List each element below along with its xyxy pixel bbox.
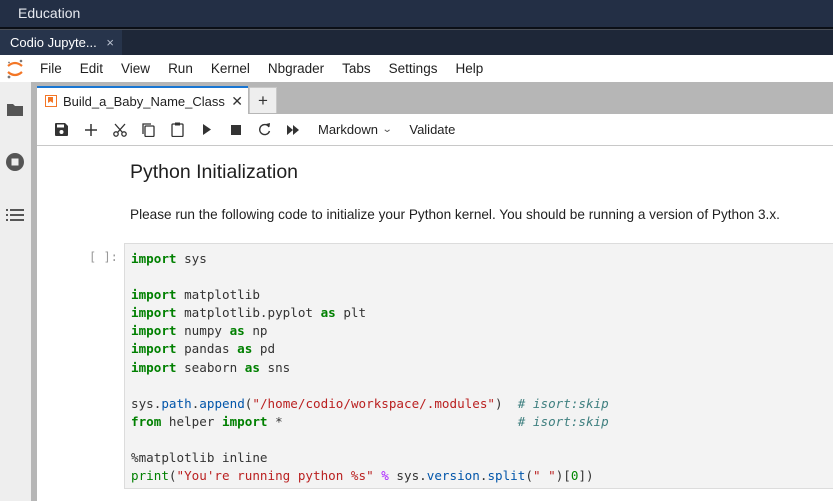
notebook-icon (45, 95, 57, 107)
paste-button[interactable] (163, 118, 192, 142)
notebook-tab-title: Build_a_Baby_Name_Class (63, 93, 225, 109)
menu-kernel[interactable]: Kernel (202, 55, 259, 82)
run-button[interactable] (192, 118, 221, 142)
copy-button[interactable] (134, 118, 163, 142)
table-of-contents-icon[interactable] (4, 204, 26, 226)
code-line: import seaborn as sns (131, 359, 291, 375)
notebook-panel: Python Initialization Please run the fol… (37, 147, 833, 501)
restart-button[interactable] (250, 118, 279, 142)
plus-icon (84, 123, 97, 136)
code-line: import matplotlib.pyplot as plt (131, 305, 367, 321)
add-tab-button[interactable]: + (249, 87, 277, 113)
notebook-tab[interactable]: Build_a_Baby_Name_Class ✕ (37, 86, 248, 114)
menu-bar: File Edit View Run Kernel Nbgrader Tabs … (0, 55, 833, 82)
code-block[interactable]: import sys import matplotlib import matpl… (131, 250, 833, 485)
run-all-button[interactable] (279, 118, 308, 142)
running-sessions-icon[interactable] (4, 151, 26, 173)
os-title: Education (18, 5, 81, 21)
insert-cell-button[interactable] (76, 118, 105, 142)
menu-run[interactable]: Run (159, 55, 202, 82)
code-line: from helper import * # isort:skip (131, 413, 609, 429)
cut-button[interactable] (105, 118, 134, 142)
code-cell-editor[interactable]: import sys import matplotlib import matpl… (124, 243, 833, 489)
menu-view[interactable]: View (112, 55, 159, 82)
input-prompt: [ ]: (89, 250, 118, 264)
code-line: print("You're running python %s" % sys.v… (131, 468, 594, 484)
cell-type-dropdown[interactable]: Markdown ⌄ (308, 122, 399, 137)
play-icon (202, 124, 211, 135)
os-title-bar: Education (0, 0, 833, 27)
menu-tabs[interactable]: Tabs (333, 55, 380, 82)
code-line: %matplotlib inline (131, 450, 268, 466)
dock-tab-bar: Build_a_Baby_Name_Class ✕ + (37, 82, 833, 114)
fast-forward-icon (287, 124, 299, 135)
menu-nbgrader[interactable]: Nbgrader (259, 55, 333, 82)
code-line: import sys (131, 251, 207, 266)
jupyter-logo-icon (0, 55, 30, 82)
browser-tab[interactable]: Codio Jupyte... × (0, 30, 122, 55)
interrupt-button[interactable] (221, 118, 250, 142)
validate-button[interactable]: Validate (399, 122, 465, 137)
close-icon[interactable]: × (106, 30, 114, 55)
browser-tab-title: Codio Jupyte... (10, 35, 97, 50)
browser-tab-strip: Codio Jupyte... × (0, 30, 833, 55)
notebook-toolbar: Markdown ⌄ Validate (37, 114, 833, 146)
code-line: import numpy as np (131, 323, 268, 339)
save-icon (55, 123, 68, 136)
restart-icon (259, 123, 271, 136)
code-line: import pandas as pd (131, 341, 276, 357)
code-line: import matplotlib (131, 287, 260, 303)
menu-help[interactable]: Help (446, 55, 492, 82)
left-sidebar (0, 82, 31, 501)
stop-icon (230, 124, 241, 135)
scissors-icon (112, 123, 127, 137)
markdown-heading: Python Initialization (130, 161, 299, 183)
clipboard-icon (171, 122, 184, 137)
markdown-paragraph: Please run the following code to initial… (130, 207, 780, 222)
save-button[interactable] (47, 118, 76, 142)
menu-edit[interactable]: Edit (71, 55, 112, 82)
folder-icon[interactable] (4, 98, 26, 120)
menu-settings[interactable]: Settings (380, 55, 447, 82)
chevron-down-icon: ⌄ (381, 124, 393, 135)
close-icon[interactable]: ✕ (231, 93, 243, 110)
cell-type-value: Markdown (318, 122, 378, 137)
code-line: sys.path.append("/home/codio/workspace/.… (131, 395, 609, 411)
menu-file[interactable]: File (30, 55, 71, 82)
copy-icon (142, 122, 155, 137)
